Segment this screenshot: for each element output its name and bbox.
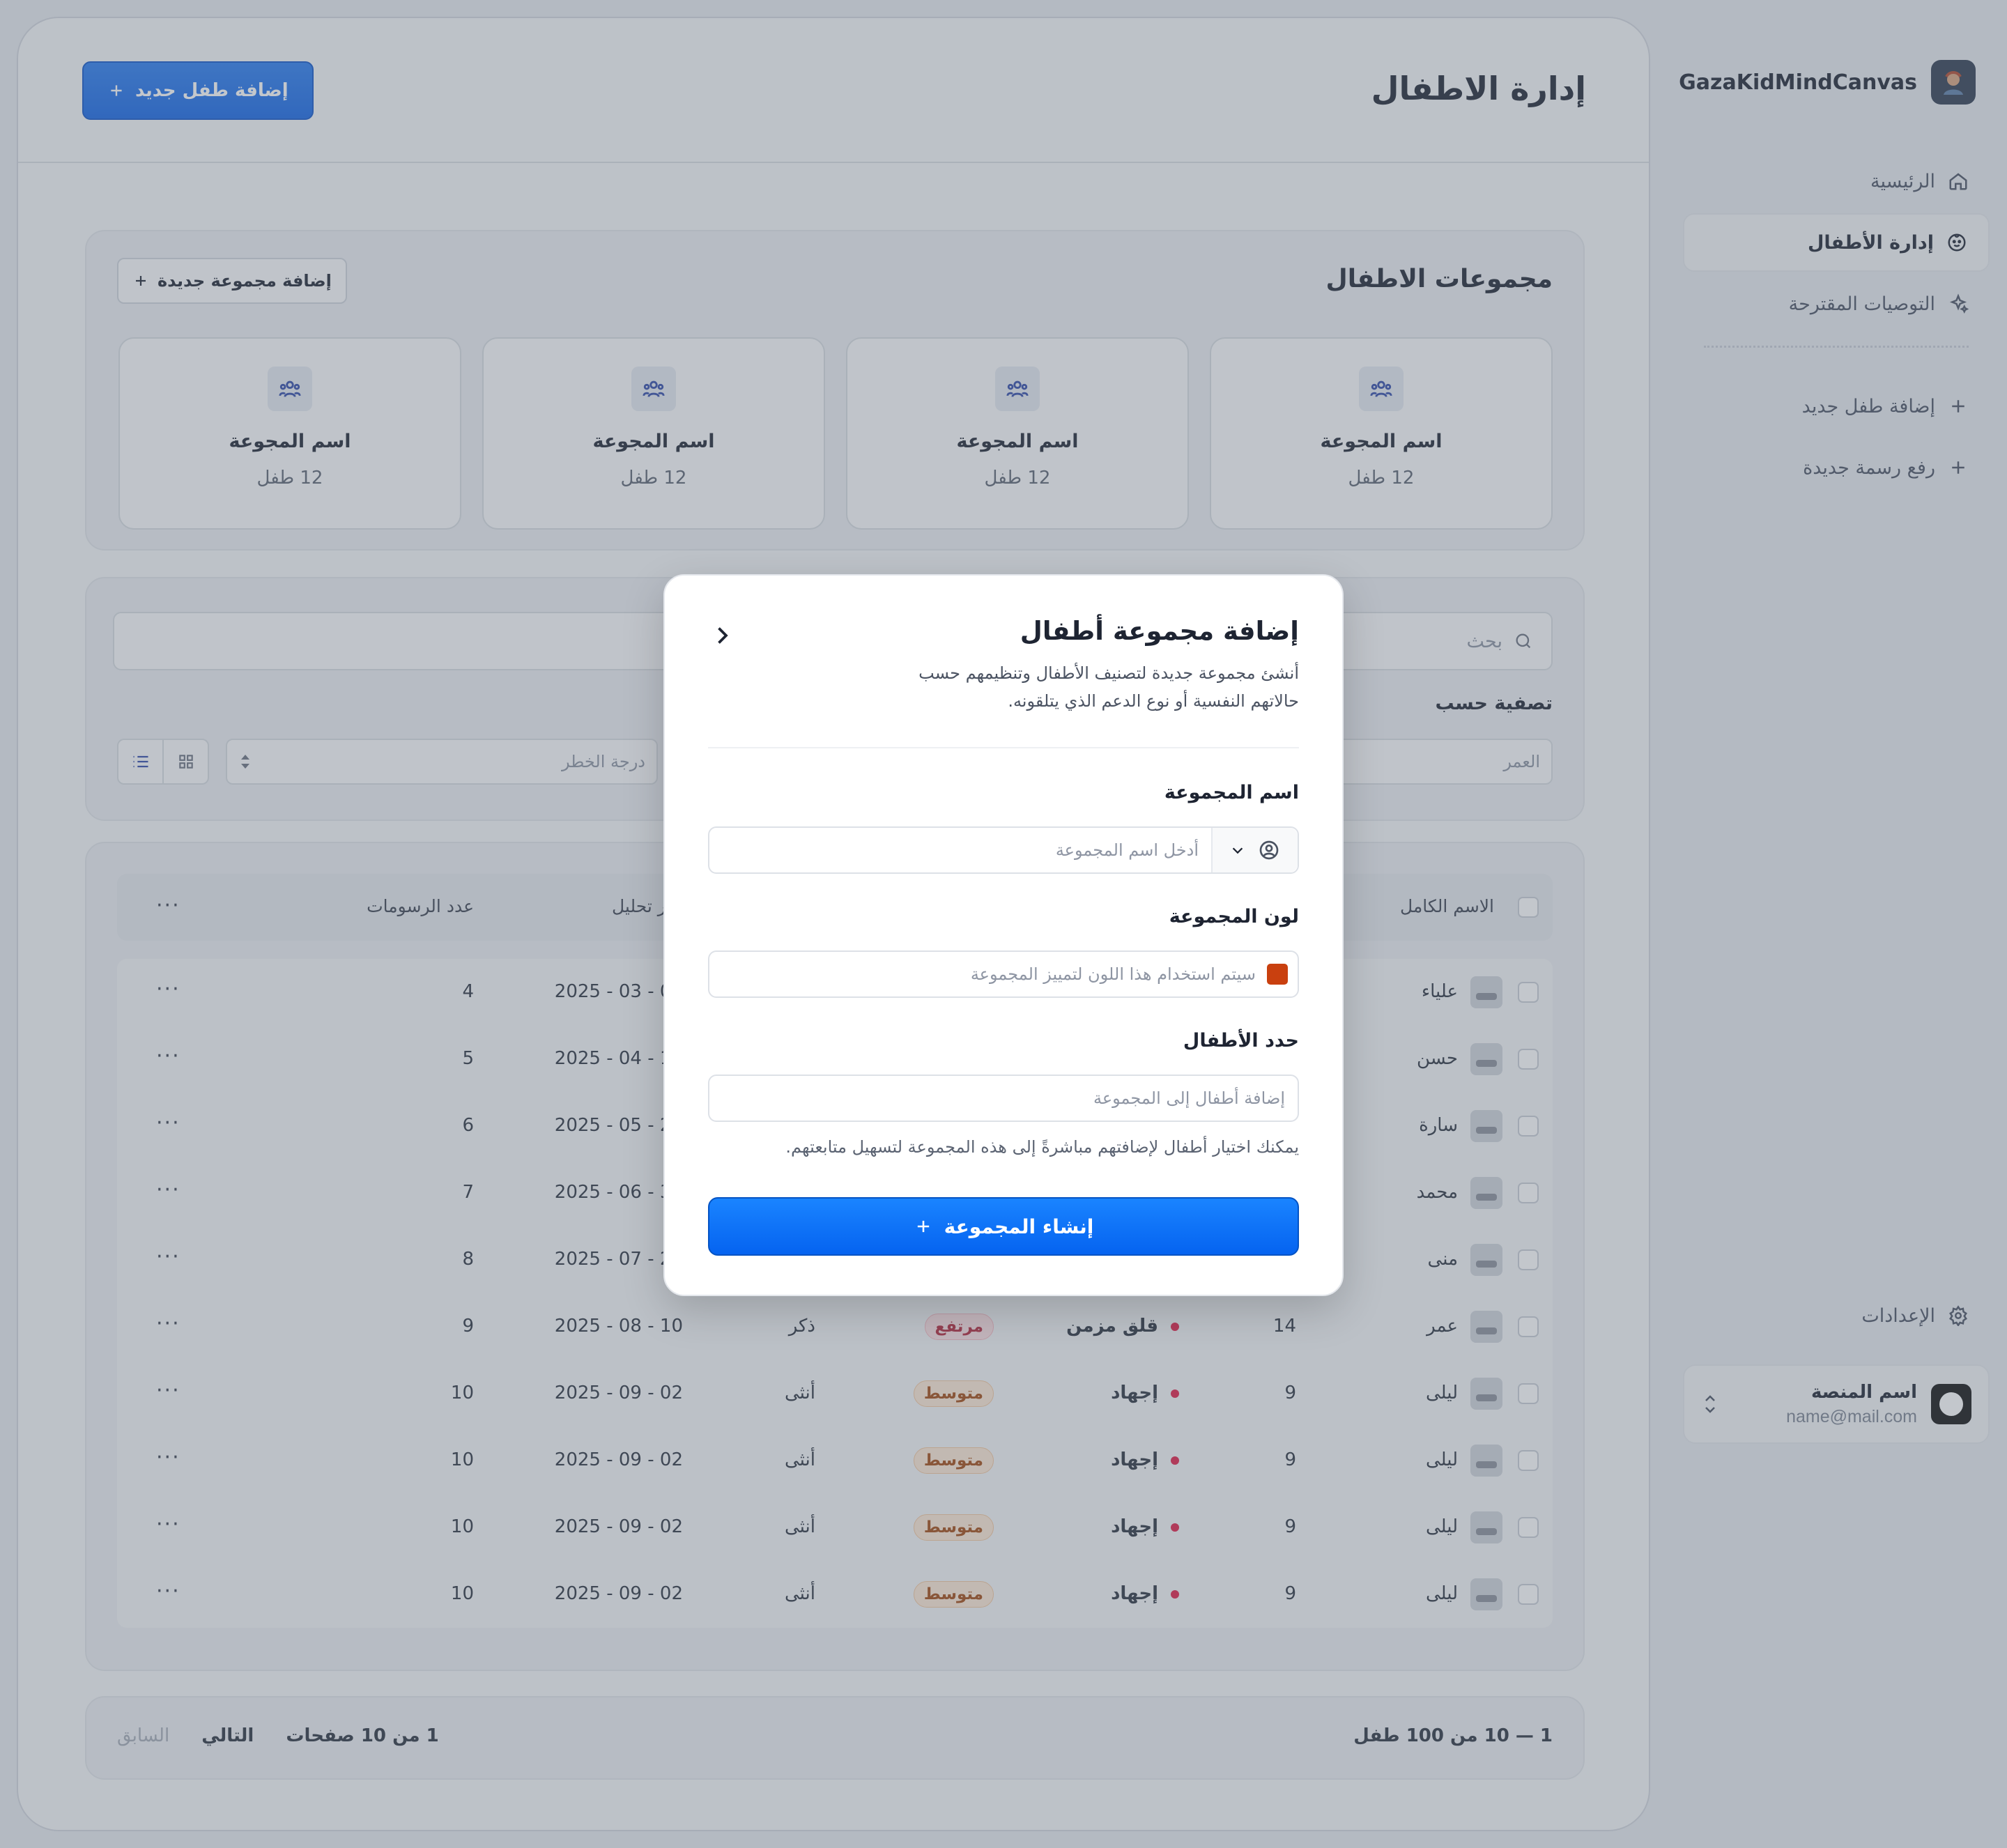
children-select-hint: يمكنك اختيار أطفال لإضافتهم مباشرةً إلى … [785, 1137, 1299, 1157]
user-circle-icon [1259, 840, 1279, 860]
group-icon-picker[interactable] [1211, 828, 1298, 872]
group-name-label: اسم المجموعة [1164, 782, 1299, 803]
children-select-field[interactable]: إضافة أطفال إلى المجموعة [708, 1075, 1299, 1122]
group-name-placeholder: أدخل اسم المجموعة [1055, 840, 1199, 860]
modal-description: أنشئ مجموعة جديدة لتصنيف الأطفال وتنظيمه… [918, 663, 1299, 711]
group-color-field[interactable]: سيتم استخدام هذا اللون لتمييز المجموعة [708, 950, 1299, 998]
group-color-hint: سيتم استخدام هذا اللون لتمييز المجموعة [970, 964, 1256, 984]
create-group-button[interactable]: إنشاء المجموعة [708, 1197, 1299, 1256]
children-select-label: حدد الأطفال [1183, 1030, 1299, 1052]
modal-divider [708, 747, 1299, 748]
modal-title: إضافة مجموعة أطفال [1020, 616, 1299, 646]
chevron-down-icon [1232, 847, 1243, 854]
group-name-field[interactable]: أدخل اسم المجموعة [708, 826, 1299, 874]
color-swatch[interactable] [1267, 964, 1288, 985]
group-color-label: لون المجموعة [1169, 906, 1299, 927]
children-select-placeholder: إضافة أطفال إلى المجموعة [1093, 1088, 1285, 1108]
chevron-left-icon[interactable] [709, 623, 735, 648]
plus-icon [917, 1220, 929, 1233]
add-group-modal: إضافة مجموعة أطفال أنشئ مجموعة جديدة لتص… [663, 574, 1344, 1296]
